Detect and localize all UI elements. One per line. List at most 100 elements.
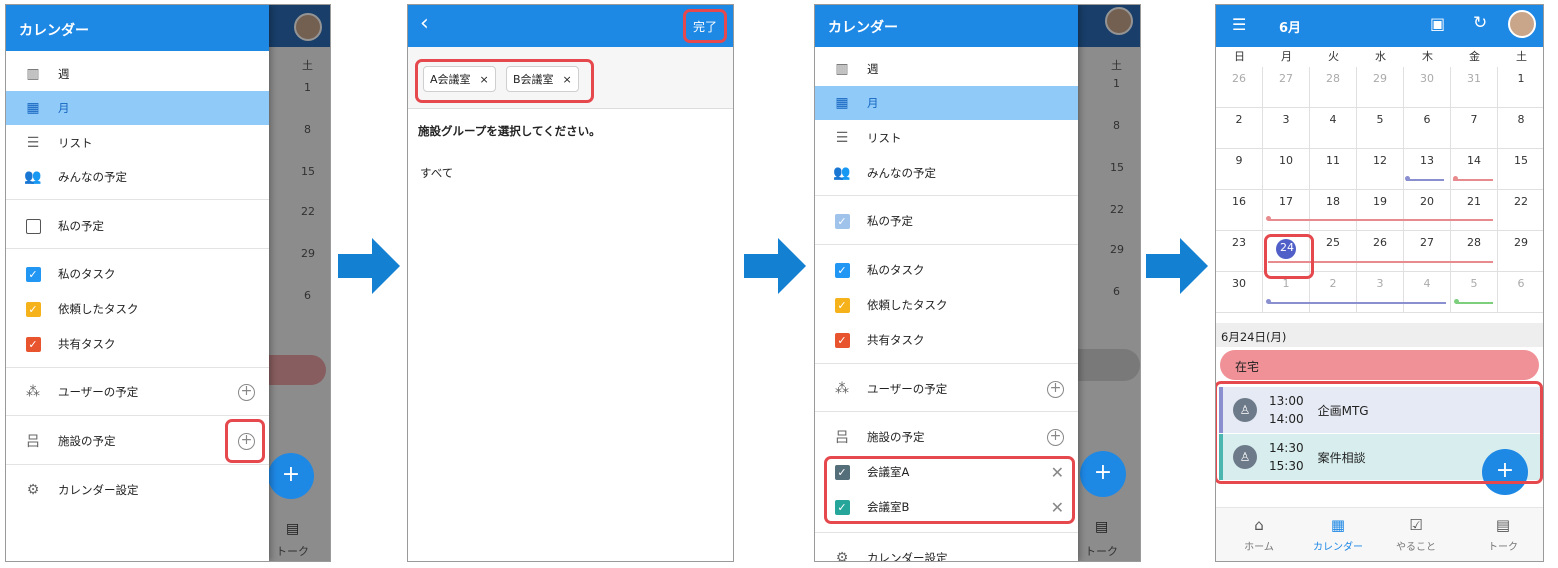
drawer-item-sharedtask[interactable]: ✓ 共有タスク bbox=[6, 327, 269, 361]
avatar[interactable] bbox=[1508, 10, 1536, 38]
add-facility-icon[interactable]: + bbox=[1047, 428, 1064, 446]
drawer-item-settings[interactable]: ⚙ カレンダー設定 bbox=[815, 541, 1078, 561]
today-date[interactable]: 24 bbox=[1275, 236, 1299, 254]
day-cell[interactable]: 3 bbox=[1263, 108, 1310, 149]
checkbox-empty-icon bbox=[24, 217, 42, 235]
day-cell[interactable]: 27 bbox=[1263, 67, 1310, 108]
drawer-item-list[interactable]: ☰ リスト bbox=[6, 126, 269, 160]
day-cell[interactable]: 2 bbox=[1310, 272, 1357, 313]
menu-icon[interactable]: ☰ bbox=[1232, 15, 1246, 34]
drawer-item-user[interactable]: ⁂ ユーザーの予定 + bbox=[815, 372, 1078, 406]
chip[interactable]: B会議室 × bbox=[506, 66, 579, 92]
talk-icon: ▤ bbox=[1495, 516, 1511, 534]
day-cell[interactable]: 13 bbox=[1404, 149, 1451, 190]
day-cell[interactable]: 25 bbox=[1310, 231, 1357, 272]
drawer-item-label: ユーザーの予定 bbox=[58, 385, 139, 399]
day-cell[interactable]: 22 bbox=[1498, 190, 1543, 231]
day-cell[interactable]: 19 bbox=[1357, 190, 1404, 231]
day-cell[interactable]: 9 bbox=[1216, 149, 1263, 190]
day-cell[interactable]: 1 bbox=[1263, 272, 1310, 313]
day-cell[interactable]: 10 bbox=[1263, 149, 1310, 190]
drawer-item-mytask[interactable]: ✓ 私のタスク bbox=[6, 257, 269, 291]
people-icon: 👥 bbox=[24, 169, 42, 185]
add-user-calendar-icon[interactable]: + bbox=[1047, 380, 1064, 398]
day-cell[interactable]: 1 bbox=[1498, 67, 1543, 108]
event-card[interactable]: ♙ 13:00 14:00 企画MTG bbox=[1219, 387, 1541, 433]
drawer-item-month[interactable]: ▦ 月 bbox=[6, 91, 269, 125]
drawer-item-mytask[interactable]: ✓ 私のタスク bbox=[815, 253, 1078, 287]
chip[interactable]: A会議室 × bbox=[423, 66, 496, 92]
drawer-item-room-a[interactable]: ✓ 会議室A ✕ bbox=[815, 455, 1078, 489]
drawer-item-facility[interactable]: 吕 施設の予定 + bbox=[6, 424, 269, 458]
day-cell[interactable]: 29 bbox=[1357, 67, 1404, 108]
day-cell[interactable]: 8 bbox=[1498, 108, 1543, 149]
drawer-item-facility[interactable]: 吕 施設の予定 + bbox=[815, 420, 1078, 454]
drawer-item-month[interactable]: ▦ 月 bbox=[815, 86, 1078, 120]
drawer-item-room-b[interactable]: ✓ 会議室B ✕ bbox=[815, 490, 1078, 524]
day-cell[interactable]: 15 bbox=[1498, 149, 1543, 190]
day-cell[interactable]: 11 bbox=[1310, 149, 1357, 190]
option-all[interactable]: すべて bbox=[420, 165, 453, 181]
day-cell[interactable]: 30 bbox=[1216, 272, 1263, 313]
drawer-item-week[interactable]: ▥ 週 bbox=[6, 57, 269, 91]
day-cell[interactable]: 23 bbox=[1216, 231, 1263, 272]
chip-label: A会議室 bbox=[430, 73, 471, 86]
drawer-item-mine[interactable]: ✓ 私の予定 bbox=[815, 204, 1078, 238]
day-cell[interactable]: 21 bbox=[1451, 190, 1498, 231]
nav-calendar[interactable]: ▦ カレンダー bbox=[1303, 516, 1373, 553]
nav-todo[interactable]: ☑ やること bbox=[1381, 516, 1451, 553]
drawer-item-settings[interactable]: ⚙ カレンダー設定 bbox=[6, 473, 269, 507]
drawer-item-reqtask[interactable]: ✓ 依頼したタスク bbox=[815, 288, 1078, 322]
day-cell[interactable]: 16 bbox=[1216, 190, 1263, 231]
allday-event[interactable]: 在宅 bbox=[1220, 350, 1539, 380]
day-cell[interactable]: 27 bbox=[1404, 231, 1451, 272]
nav-talk[interactable]: ▤ トーク bbox=[1468, 516, 1538, 553]
add-fab[interactable]: + bbox=[1080, 451, 1126, 497]
add-fab[interactable]: + bbox=[1482, 449, 1528, 495]
drawer-item-reqtask[interactable]: ✓ 依頼したタスク bbox=[6, 292, 269, 326]
today-icon[interactable]: ▣ bbox=[1430, 14, 1445, 33]
drawer-item-everyone[interactable]: 👥 みんなの予定 bbox=[815, 156, 1078, 190]
divider bbox=[815, 411, 1078, 412]
day-cell[interactable]: 26 bbox=[1357, 231, 1404, 272]
day-cell[interactable]: 4 bbox=[1310, 108, 1357, 149]
nav-home[interactable]: ⌂ ホーム bbox=[1224, 516, 1294, 553]
day-cell[interactable]: 20 bbox=[1404, 190, 1451, 231]
drawer-item-sharedtask[interactable]: ✓ 共有タスク bbox=[815, 323, 1078, 357]
day-cell[interactable]: 6 bbox=[1498, 272, 1543, 313]
close-icon[interactable]: × bbox=[480, 73, 489, 86]
close-icon[interactable]: ✕ bbox=[1051, 463, 1064, 482]
day-cell[interactable]: 7 bbox=[1451, 108, 1498, 149]
refresh-icon[interactable]: ↻ bbox=[1473, 13, 1487, 33]
add-fab[interactable]: + bbox=[268, 453, 314, 499]
day-cell[interactable]: 14 bbox=[1451, 149, 1498, 190]
drawer-item-user[interactable]: ⁂ ユーザーの予定 + bbox=[6, 375, 269, 409]
day-cell[interactable]: 17 bbox=[1263, 190, 1310, 231]
drawer-item-week[interactable]: ▥ 週 bbox=[815, 52, 1078, 86]
done-button[interactable]: 完了 bbox=[693, 18, 717, 35]
day-cell[interactable]: 5 bbox=[1357, 108, 1404, 149]
day-cell[interactable]: 28 bbox=[1310, 67, 1357, 108]
day-cell[interactable]: 5 bbox=[1451, 272, 1498, 313]
day-cell[interactable]: 30 bbox=[1404, 67, 1451, 108]
day-cell[interactable]: 26 bbox=[1216, 67, 1263, 108]
drawer-item-list[interactable]: ☰ リスト bbox=[815, 121, 1078, 155]
drawer-item-mine[interactable]: 私の予定 bbox=[6, 209, 269, 243]
day-cell[interactable]: 31 bbox=[1451, 67, 1498, 108]
close-icon[interactable]: ✕ bbox=[1051, 498, 1064, 517]
day-cell[interactable]: 4 bbox=[1404, 272, 1451, 313]
add-user-calendar-icon[interactable]: + bbox=[238, 383, 255, 401]
day-cell[interactable]: 3 bbox=[1357, 272, 1404, 313]
prompt-text: 施設グループを選択してください。 bbox=[418, 124, 601, 138]
drawer-item-everyone[interactable]: 👥 みんなの予定 bbox=[6, 160, 269, 194]
day-cell[interactable]: 6 bbox=[1404, 108, 1451, 149]
day-cell[interactable]: 29 bbox=[1498, 231, 1543, 272]
day-cell[interactable]: 2 bbox=[1216, 108, 1263, 149]
add-facility-icon[interactable]: + bbox=[238, 432, 255, 450]
close-icon[interactable]: × bbox=[563, 73, 572, 86]
day-cell[interactable]: 18 bbox=[1310, 190, 1357, 231]
day-cell[interactable]: 28 bbox=[1451, 231, 1498, 272]
back-icon[interactable]: ‹ bbox=[420, 11, 429, 36]
day-cell[interactable]: 12 bbox=[1357, 149, 1404, 190]
drawer-item-label: 私の予定 bbox=[58, 219, 104, 233]
